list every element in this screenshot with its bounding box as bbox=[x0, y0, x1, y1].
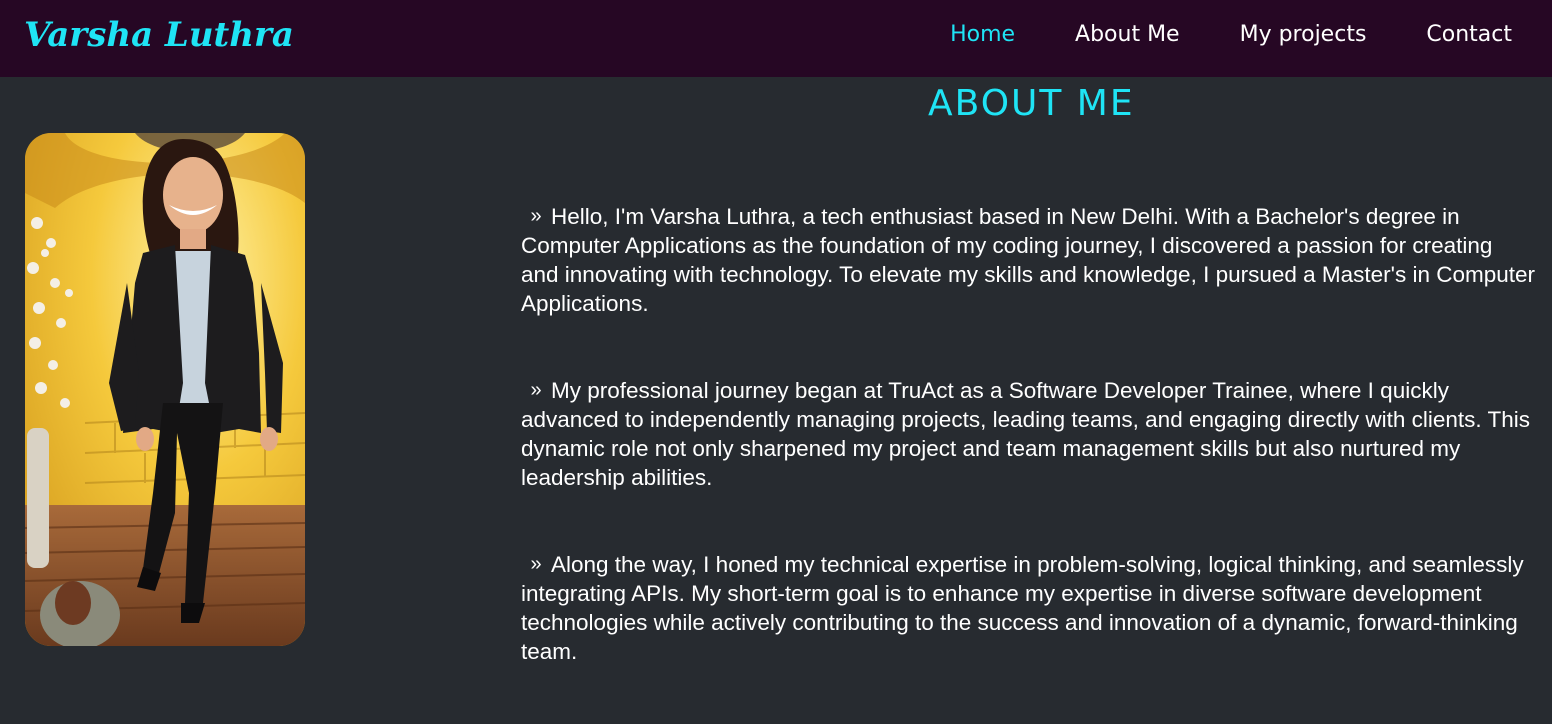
site-logo[interactable]: Varsha Luthra bbox=[24, 12, 294, 58]
about-me-heading: ABOUT ME bbox=[928, 83, 1135, 124]
main-nav: Home About Me My projects Contact bbox=[950, 20, 1512, 50]
chevron-double-right-icon: » bbox=[530, 553, 542, 575]
paragraph-text: Hello, I'm Varsha Luthra, a tech enthusi… bbox=[521, 204, 1536, 316]
chevron-double-right-icon: » bbox=[530, 379, 542, 401]
paragraph-text: Along the way, I honed my technical expe… bbox=[521, 552, 1524, 664]
about-paragraphs: » Hello, I'm Varsha Luthra, a tech enthus… bbox=[521, 202, 1536, 724]
chevron-double-right-icon: » bbox=[530, 205, 542, 227]
nav-link-home[interactable]: Home bbox=[950, 20, 1015, 50]
navbar: Varsha Luthra Home About Me My projects … bbox=[0, 0, 1552, 77]
nav-link-my-projects[interactable]: My projects bbox=[1240, 20, 1367, 50]
profile-photo bbox=[25, 133, 305, 646]
nav-link-about-me[interactable]: About Me bbox=[1075, 20, 1180, 50]
nav-link-contact[interactable]: Contact bbox=[1426, 20, 1512, 50]
paragraph-text: My professional journey began at TruAct … bbox=[521, 378, 1530, 490]
about-paragraph-2: » My professional journey began at TruAct… bbox=[521, 376, 1536, 492]
about-paragraph-1: » Hello, I'm Varsha Luthra, a tech enthus… bbox=[521, 202, 1536, 318]
about-paragraph-3: » Along the way, I honed my technical exp… bbox=[521, 550, 1536, 666]
